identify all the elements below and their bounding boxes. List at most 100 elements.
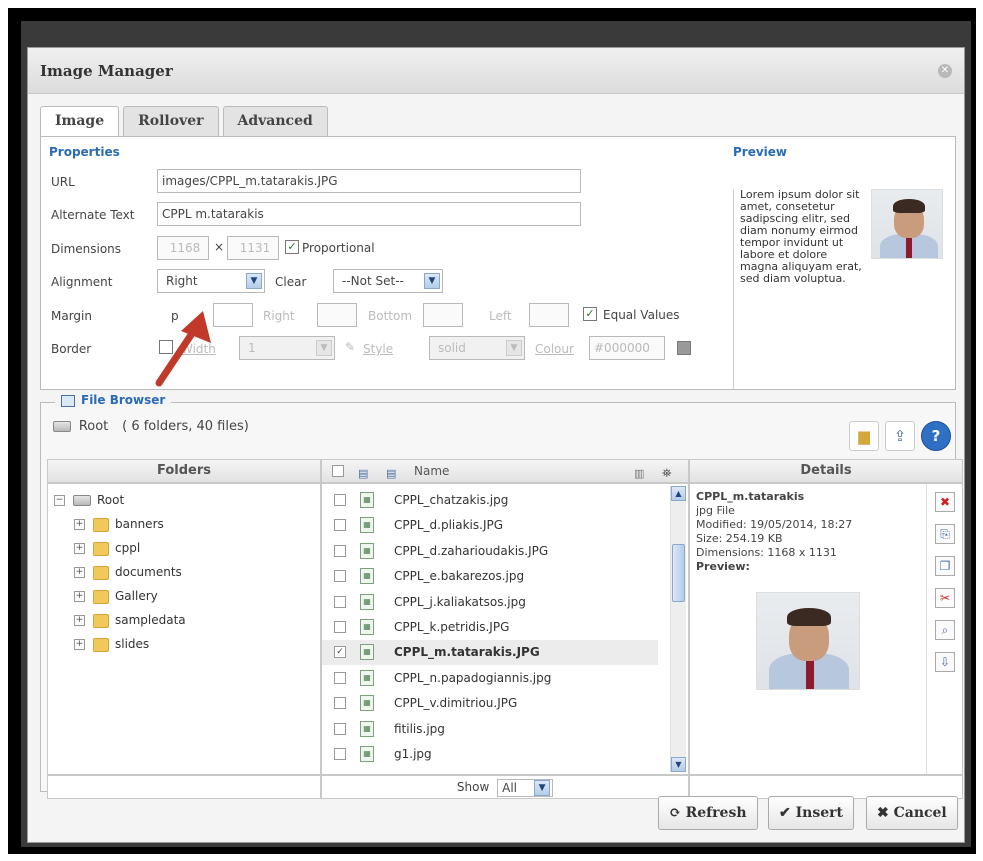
- alignment-select[interactable]: Right ▼: [157, 269, 265, 293]
- border-style-value: solid: [438, 341, 466, 355]
- file-name: CPPL_m.tatarakis.JPG: [394, 645, 540, 660]
- margin-bottom-input[interactable]: [423, 303, 463, 327]
- tree-folder[interactable]: + Gallery: [48, 584, 320, 608]
- tab-advanced[interactable]: Advanced: [222, 106, 328, 136]
- tab-bar: Image Rollover Advanced: [40, 106, 332, 137]
- file-checkbox[interactable]: ✓: [334, 646, 346, 659]
- file-row[interactable]: ▦ CPPL_n.papadogiannis.jpg: [322, 666, 658, 691]
- file-checkbox[interactable]: [334, 519, 346, 532]
- chevron-down-icon[interactable]: ▼: [424, 273, 440, 289]
- expand-icon[interactable]: +: [74, 567, 85, 578]
- image-file-icon: ▦: [360, 695, 374, 712]
- scroll-up-icon[interactable]: ▲: [671, 486, 686, 501]
- insert-button[interactable]: ✔ Insert: [768, 796, 854, 830]
- width-input[interactable]: 1168: [157, 236, 209, 260]
- scroll-down-icon[interactable]: ▼: [671, 757, 686, 772]
- file-row[interactable]: ▦ CPPL_k.petridis.JPG: [322, 615, 658, 640]
- image-file-icon: ▦: [360, 593, 374, 610]
- tab-rollover[interactable]: Rollover: [123, 106, 219, 136]
- name-header-label[interactable]: Name: [414, 460, 449, 482]
- file-row[interactable]: ✓ ▦ CPPL_m.tatarakis.JPG: [322, 640, 658, 666]
- alt-text-input[interactable]: CPPL m.tatarakis: [157, 202, 581, 226]
- cut-icon[interactable]: ✂: [935, 588, 955, 608]
- file-checkbox[interactable]: [334, 595, 346, 608]
- margin-left-label: Left: [489, 309, 512, 323]
- tree-root[interactable]: − Root: [48, 488, 320, 512]
- file-row[interactable]: ▦ CPPL_j.kaliakatsos.jpg: [322, 590, 658, 615]
- tab-image[interactable]: Image: [40, 106, 120, 137]
- height-input[interactable]: 1131: [227, 236, 279, 260]
- file-checkbox[interactable]: [334, 621, 346, 633]
- root-label[interactable]: Root: [79, 419, 108, 434]
- copy-icon[interactable]: ❐: [935, 556, 955, 576]
- color-swatch-icon[interactable]: [677, 341, 691, 355]
- sort-icon[interactable]: ▤: [358, 463, 368, 485]
- file-row[interactable]: ▦ CPPL_d.pliakis.JPG: [322, 513, 658, 538]
- margin-right-input[interactable]: [317, 303, 357, 327]
- border-colour-input[interactable]: #000000: [589, 336, 665, 360]
- file-list-scrollbar[interactable]: ▲ ▼: [670, 486, 686, 772]
- expand-icon[interactable]: +: [74, 639, 85, 650]
- margin-left-input[interactable]: [529, 303, 569, 327]
- chevron-down-icon[interactable]: ▼: [506, 340, 522, 356]
- file-checkbox[interactable]: [334, 722, 346, 735]
- chevron-down-icon[interactable]: ▼: [316, 340, 332, 356]
- chevron-down-icon[interactable]: ▼: [246, 273, 262, 289]
- tree-folder[interactable]: + slides: [48, 632, 320, 656]
- show-bar: Show All ▼: [321, 775, 689, 799]
- cancel-label: Cancel: [893, 805, 947, 821]
- file-row[interactable]: ▦ fitilis.jpg: [322, 717, 658, 742]
- image-file-icon: ▦: [360, 492, 374, 508]
- name-header: ▤ ▤ Name ▥ ⛯: [321, 459, 689, 483]
- zoom-icon[interactable]: ⌕: [935, 620, 955, 640]
- file-browser-legend: File Browser: [55, 393, 172, 407]
- delete-icon[interactable]: ✖: [935, 492, 955, 512]
- view-toggle-icon[interactable]: ▥: [634, 463, 644, 485]
- cancel-button[interactable]: ✖ Cancel: [866, 796, 958, 830]
- tree-folder[interactable]: + documents: [48, 560, 320, 584]
- file-browser-title: File Browser: [81, 393, 166, 407]
- dialog-titlebar[interactable]: Image Manager ✕: [28, 48, 964, 94]
- scroll-thumb[interactable]: [672, 544, 685, 602]
- file-checkbox[interactable]: [334, 671, 346, 684]
- expand-icon[interactable]: +: [74, 519, 85, 530]
- file-row[interactable]: ▦ g1.jpg: [322, 742, 658, 767]
- border-width-select[interactable]: 1 ▼: [239, 336, 335, 360]
- expand-icon[interactable]: +: [74, 591, 85, 602]
- tree-folder[interactable]: + cppl: [48, 536, 320, 560]
- chevron-down-icon[interactable]: ▼: [534, 779, 551, 796]
- tree-folder[interactable]: + banners: [48, 512, 320, 536]
- expand-icon[interactable]: +: [74, 543, 85, 554]
- file-row[interactable]: ▦ CPPL_chatzakis.jpg: [322, 488, 658, 513]
- proportional-checkbox[interactable]: ✓: [285, 240, 299, 254]
- tree-folder[interactable]: + sampledata: [48, 608, 320, 632]
- collapse-icon[interactable]: −: [54, 495, 65, 506]
- insert-icon[interactable]: ⇩: [935, 652, 955, 672]
- file-checkbox[interactable]: [334, 544, 346, 557]
- file-checkbox[interactable]: [334, 494, 346, 506]
- rename-icon[interactable]: ⎘: [935, 524, 955, 544]
- url-input[interactable]: images/CPPL_m.tatarakis.JPG: [157, 169, 581, 193]
- expand-icon[interactable]: +: [74, 615, 85, 626]
- border-style-select[interactable]: solid ▼: [429, 336, 525, 360]
- clear-select[interactable]: --Not Set-- ▼: [333, 269, 443, 293]
- binoculars-icon[interactable]: ⛯: [662, 462, 672, 484]
- help-icon[interactable]: ?: [921, 421, 951, 451]
- close-icon[interactable]: ✕: [938, 64, 952, 78]
- file-row[interactable]: ▦ CPPL_d.zaharioudakis.JPG: [322, 539, 658, 564]
- show-select[interactable]: All ▼: [497, 778, 554, 797]
- file-checkbox[interactable]: [334, 570, 346, 583]
- file-checkbox[interactable]: [334, 748, 346, 760]
- select-all-checkbox[interactable]: [332, 465, 344, 477]
- folder-label: documents: [115, 565, 182, 579]
- annotation-arrow-icon: [155, 311, 211, 387]
- equal-values-checkbox[interactable]: ✓: [583, 307, 597, 321]
- file-row[interactable]: ▦ CPPL_e.bakarezos.jpg: [322, 564, 658, 589]
- equal-values-label: Equal Values: [603, 308, 680, 322]
- upload-icon[interactable]: ⇪: [885, 421, 915, 451]
- refresh-button[interactable]: ⟳ Refresh: [658, 796, 758, 830]
- file-checkbox[interactable]: [334, 697, 346, 710]
- sort-name-icon[interactable]: ▤: [386, 463, 396, 485]
- new-folder-icon[interactable]: ▆: [849, 421, 879, 451]
- file-row[interactable]: ▦ CPPL_v.dimitriou.JPG: [322, 691, 658, 716]
